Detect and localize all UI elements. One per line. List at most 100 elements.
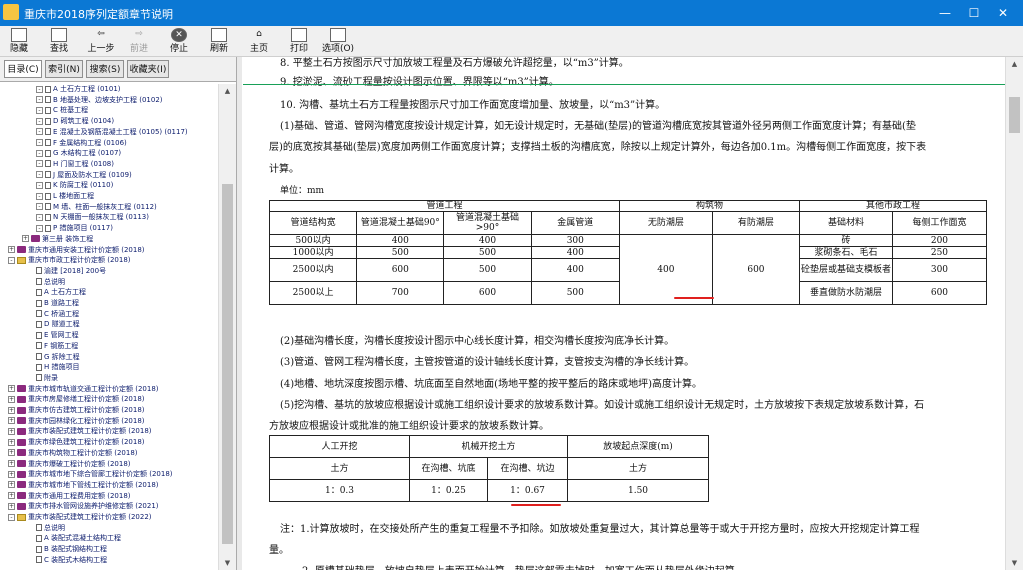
tree-node[interactable]: -E 混凝土及钢筋混凝土工程 (0105) (0117)	[36, 127, 188, 138]
tree-node[interactable]: + 重庆市房屋修缮工程计价定额 (2018)	[8, 394, 145, 405]
tree-node[interactable]: + 重庆市构筑物工程计价定额 (2018)	[8, 448, 138, 459]
tree-node[interactable]: + 重庆市城市地下综合管廊工程计价定额 (2018)	[8, 469, 173, 480]
book-icon	[17, 460, 26, 467]
back-button[interactable]: ⇦ 上一步	[84, 26, 118, 56]
book-icon	[17, 246, 26, 253]
scroll-thumb[interactable]	[1009, 97, 1020, 133]
doc-para4: (4)地槽、地坑深度按图示槽、坑底面至自然地面(场地平整的按平整后的路床或地坪)…	[280, 379, 702, 390]
tree-node[interactable]: - 重庆市市政工程计价定额 (2018)	[8, 255, 131, 266]
expander-icon: -	[36, 139, 43, 146]
tree-node[interactable]: 渝建 [2018] 200号	[36, 266, 106, 277]
expander-icon: +	[8, 502, 15, 510]
print-button[interactable]: 打印	[284, 26, 314, 56]
tree-node[interactable]: 总说明	[36, 277, 65, 288]
options-button[interactable]: 选项(O)	[320, 26, 356, 56]
tree-node[interactable]: C 桥涵工程	[36, 309, 79, 320]
back-arrow-icon: ⇦	[97, 29, 105, 39]
tree-node[interactable]: -D 砌筑工程 (0104)	[36, 116, 114, 127]
tree-node[interactable]: D 隧道工程	[36, 319, 80, 330]
tree-node[interactable]: + 重庆市城市地下管线工程计价定额 (2018)	[8, 480, 159, 491]
tab-search[interactable]: 搜索(S)	[86, 60, 124, 78]
table-cell: 600	[711, 234, 801, 305]
book-icon	[17, 492, 26, 500]
tree-node[interactable]: -G 木结构工程 (0107)	[36, 148, 121, 159]
tree-node[interactable]: A 装配式混凝土结构工程	[36, 533, 121, 544]
tree-node[interactable]: + 重庆市园林绿化工程计价定额 (2018)	[8, 416, 145, 427]
tree-scrollbar[interactable]: ▲ ▼	[218, 84, 236, 570]
forward-button[interactable]: ⇨ 前进	[124, 26, 154, 56]
scroll-up-icon[interactable]: ▲	[219, 84, 236, 98]
tree-node[interactable]: -J 屋面及防水工程 (0109)	[36, 170, 132, 181]
stop-button[interactable]: ✕ 停止	[164, 26, 194, 56]
tree-node[interactable]: + 重庆市通用安装工程计价定额 (2018)	[8, 245, 145, 256]
tree-node[interactable]: -C 桩基工程	[36, 105, 88, 116]
tree-node[interactable]: F 钢筋工程	[36, 341, 78, 352]
document-scrollbar[interactable]: ▲ ▼	[1005, 57, 1023, 570]
tab-index[interactable]: 索引(N)	[45, 60, 83, 78]
page-icon	[45, 181, 51, 189]
table-cell: 500	[530, 281, 620, 305]
tree-node[interactable]: B 装配式钢结构工程	[36, 544, 107, 555]
page-icon	[36, 299, 42, 307]
table-cell: 500	[356, 246, 445, 259]
expander-icon: +	[8, 427, 15, 435]
tree-node[interactable]: -A 土石方工程 (0101)	[36, 84, 121, 95]
page-icon	[45, 117, 51, 125]
doc-next-line: 2. 原槽基础垫层，放坡自垫层上表面开始计算，垫层这部震去掉时，加宽工作面从垫层…	[302, 562, 745, 570]
scroll-up-icon[interactable]: ▲	[1006, 57, 1023, 71]
tree-node[interactable]: A 土石方工程	[36, 287, 86, 298]
find-button[interactable]: 查找	[44, 26, 74, 56]
tree-node[interactable]: + 重庆市绿色建筑工程计价定额 (2018)	[8, 437, 145, 448]
doc-note-line2: 量。	[269, 545, 289, 556]
tree-node[interactable]: -N 天棚面一般抹灰工程 (0113)	[36, 212, 149, 223]
group-header-pipe: 管道工程	[269, 200, 620, 212]
scroll-down-icon[interactable]: ▼	[219, 556, 236, 570]
tree-node[interactable]: + 重庆市通用工程费用定额 (2018)	[8, 491, 131, 502]
close-button[interactable]: ✕	[983, 0, 1023, 26]
book-icon	[17, 438, 26, 446]
expander-icon: -	[8, 256, 15, 264]
tree-node[interactable]: + 重庆市爆破工程计价定额 (2018)	[8, 459, 131, 470]
scroll-thumb[interactable]	[222, 184, 233, 544]
expander-icon: -	[36, 171, 43, 179]
tree-node[interactable]: -B 地基处理、边坡支护工程 (0102)	[36, 95, 163, 106]
red-annotation-mark	[511, 504, 561, 506]
tree-node[interactable]: -K 防腐工程 (0110)	[36, 180, 113, 191]
tree-node[interactable]: -F 金属结构工程 (0106)	[36, 138, 127, 149]
tree-node[interactable]: E 管网工程	[36, 330, 79, 341]
hide-button[interactable]: 隐藏	[4, 26, 34, 56]
tree-node[interactable]: + 重庆市仿古建筑工程计价定额 (2018)	[8, 405, 145, 416]
tree-node[interactable]: -L 楼地面工程	[36, 191, 94, 202]
table-cell: 250	[891, 246, 988, 259]
tree-node[interactable]: -P 措施项目 (0117)	[36, 223, 113, 234]
tree-node[interactable]: 附录	[36, 373, 58, 384]
tree-node[interactable]: -M 墙、柱面一般抹灰工程 (0112)	[36, 202, 157, 213]
expander-icon: -	[36, 96, 43, 104]
home-button[interactable]: ⌂ 主页	[244, 26, 274, 56]
tab-favorites[interactable]: 收藏夹(I)	[127, 60, 169, 78]
refresh-button[interactable]: 刷新	[204, 26, 234, 56]
page-icon	[45, 160, 51, 168]
table-cell: 砼垫层或基础支模板者	[799, 258, 893, 282]
tree-node[interactable]: + 第三册 装饰工程	[22, 234, 93, 245]
navigation-pane: 目录(C) 索引(N) 搜索(S) 收藏夹(I) -A 土石方工程 (0101)…	[0, 57, 237, 570]
tree-node[interactable]: G 拆除工程	[36, 352, 80, 363]
tree-node[interactable]: 总说明	[36, 523, 65, 534]
tree-node[interactable]: - 重庆市装配式建筑工程计价定额 (2022)	[8, 512, 152, 523]
tree-node[interactable]: C 装配式木结构工程	[36, 555, 107, 566]
expander-icon: +	[8, 492, 15, 500]
tree-node[interactable]: B 道路工程	[36, 298, 79, 309]
tab-contents[interactable]: 目录(C)	[4, 60, 42, 78]
tree-node[interactable]: -H 门窗工程 (0108)	[36, 159, 114, 170]
tree-node[interactable]: H 措施项目	[36, 362, 80, 373]
page-icon	[36, 342, 42, 350]
book-icon	[17, 385, 26, 393]
table-cell: 300	[530, 234, 620, 247]
page-icon	[36, 353, 42, 360]
scroll-down-icon[interactable]: ▼	[1006, 556, 1023, 570]
tree-node[interactable]: + 重庆市城市轨道交通工程计价定额 (2018)	[8, 384, 159, 395]
tree-node[interactable]: + 重庆市装配式建筑工程计价定额 (2018)	[8, 426, 152, 437]
tree-node[interactable]: + 重庆市排水管网设施养护维修定额 (2021)	[8, 501, 159, 512]
expander-icon: -	[8, 513, 15, 521]
page-icon	[45, 96, 51, 104]
